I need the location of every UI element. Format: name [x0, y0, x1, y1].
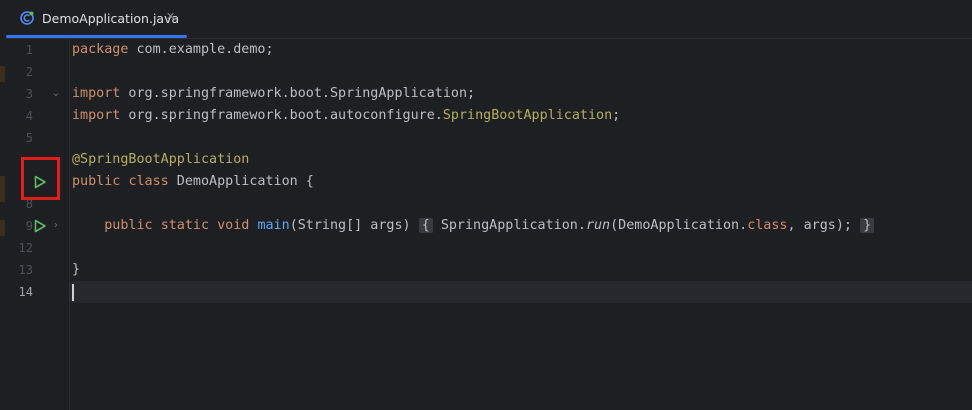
code-editor[interactable]: package com.example.demo; import org.spr…	[70, 39, 972, 410]
line-number: 3	[25, 87, 33, 101]
method-call: run	[585, 218, 611, 233]
code-text: DemoApplication {	[168, 174, 314, 189]
line-number: 12	[18, 241, 33, 255]
annotation: @SpringBootApplication	[72, 152, 250, 167]
code-line-13: }	[70, 259, 972, 281]
line-number: 5	[25, 131, 33, 145]
line-number: 1	[25, 43, 33, 57]
code-line-6: @SpringBootApplication	[70, 149, 972, 171]
code-line-3: import org.springframework.boot.SpringAp…	[70, 83, 972, 105]
code-line-4: import org.springframework.boot.autoconf…	[70, 105, 972, 127]
folded-brace-close[interactable]: }	[860, 218, 875, 233]
annotation-type: SpringBootApplication	[442, 108, 613, 123]
keyword: import	[72, 108, 121, 123]
keyword: public	[72, 174, 121, 189]
java-class-icon	[20, 11, 34, 25]
editor-tab-bar: DemoApplication.java ✕	[0, 0, 972, 39]
fold-chevron-down-icon[interactable]: ⌄	[51, 83, 61, 105]
code-line-1: package com.example.demo;	[70, 39, 972, 61]
line-number: 4	[25, 109, 33, 123]
folded-brace-open[interactable]: {	[418, 218, 433, 233]
tab-label: DemoApplication.java	[42, 11, 180, 26]
code-line-9: public static void main(String[] args) {…	[70, 215, 972, 237]
line-number-active: 14	[18, 285, 33, 299]
code-text: org.springframework.boot.SpringApplicati…	[120, 86, 476, 101]
keyword: void	[217, 218, 250, 233]
text-caret	[72, 284, 74, 301]
line-number: 2	[25, 65, 33, 79]
keyword: package	[72, 42, 129, 57]
run-main-icon[interactable]	[33, 219, 47, 233]
active-tab-indicator	[6, 35, 187, 38]
keyword: class	[128, 174, 169, 189]
line-number: 9	[25, 219, 33, 233]
keyword: public	[104, 218, 153, 233]
code-text: org.springframework.boot.autoconfigure.	[120, 108, 443, 123]
code-text: , args);	[787, 218, 853, 233]
code-text: }	[72, 262, 81, 277]
code-line-7: public class DemoApplication {	[70, 171, 972, 193]
method-name: main	[257, 218, 290, 233]
code-text: ;	[612, 108, 621, 123]
keyword: static	[160, 218, 210, 233]
fold-chevron-right-icon[interactable]: ›	[51, 215, 61, 237]
code-text: com.example.demo;	[128, 42, 274, 57]
code-text: (String[] args)	[289, 218, 411, 233]
code-text: SpringApplication.	[440, 218, 586, 233]
code-line-14-current[interactable]	[70, 281, 972, 303]
keyword: import	[72, 86, 121, 101]
close-icon[interactable]: ✕	[166, 10, 175, 23]
tab-demo-application[interactable]: DemoApplication.java ✕	[6, 0, 187, 38]
keyword: class	[747, 218, 788, 233]
highlight-box	[21, 157, 60, 200]
line-number: 13	[18, 263, 33, 277]
code-text: (DemoApplication.	[610, 218, 748, 233]
